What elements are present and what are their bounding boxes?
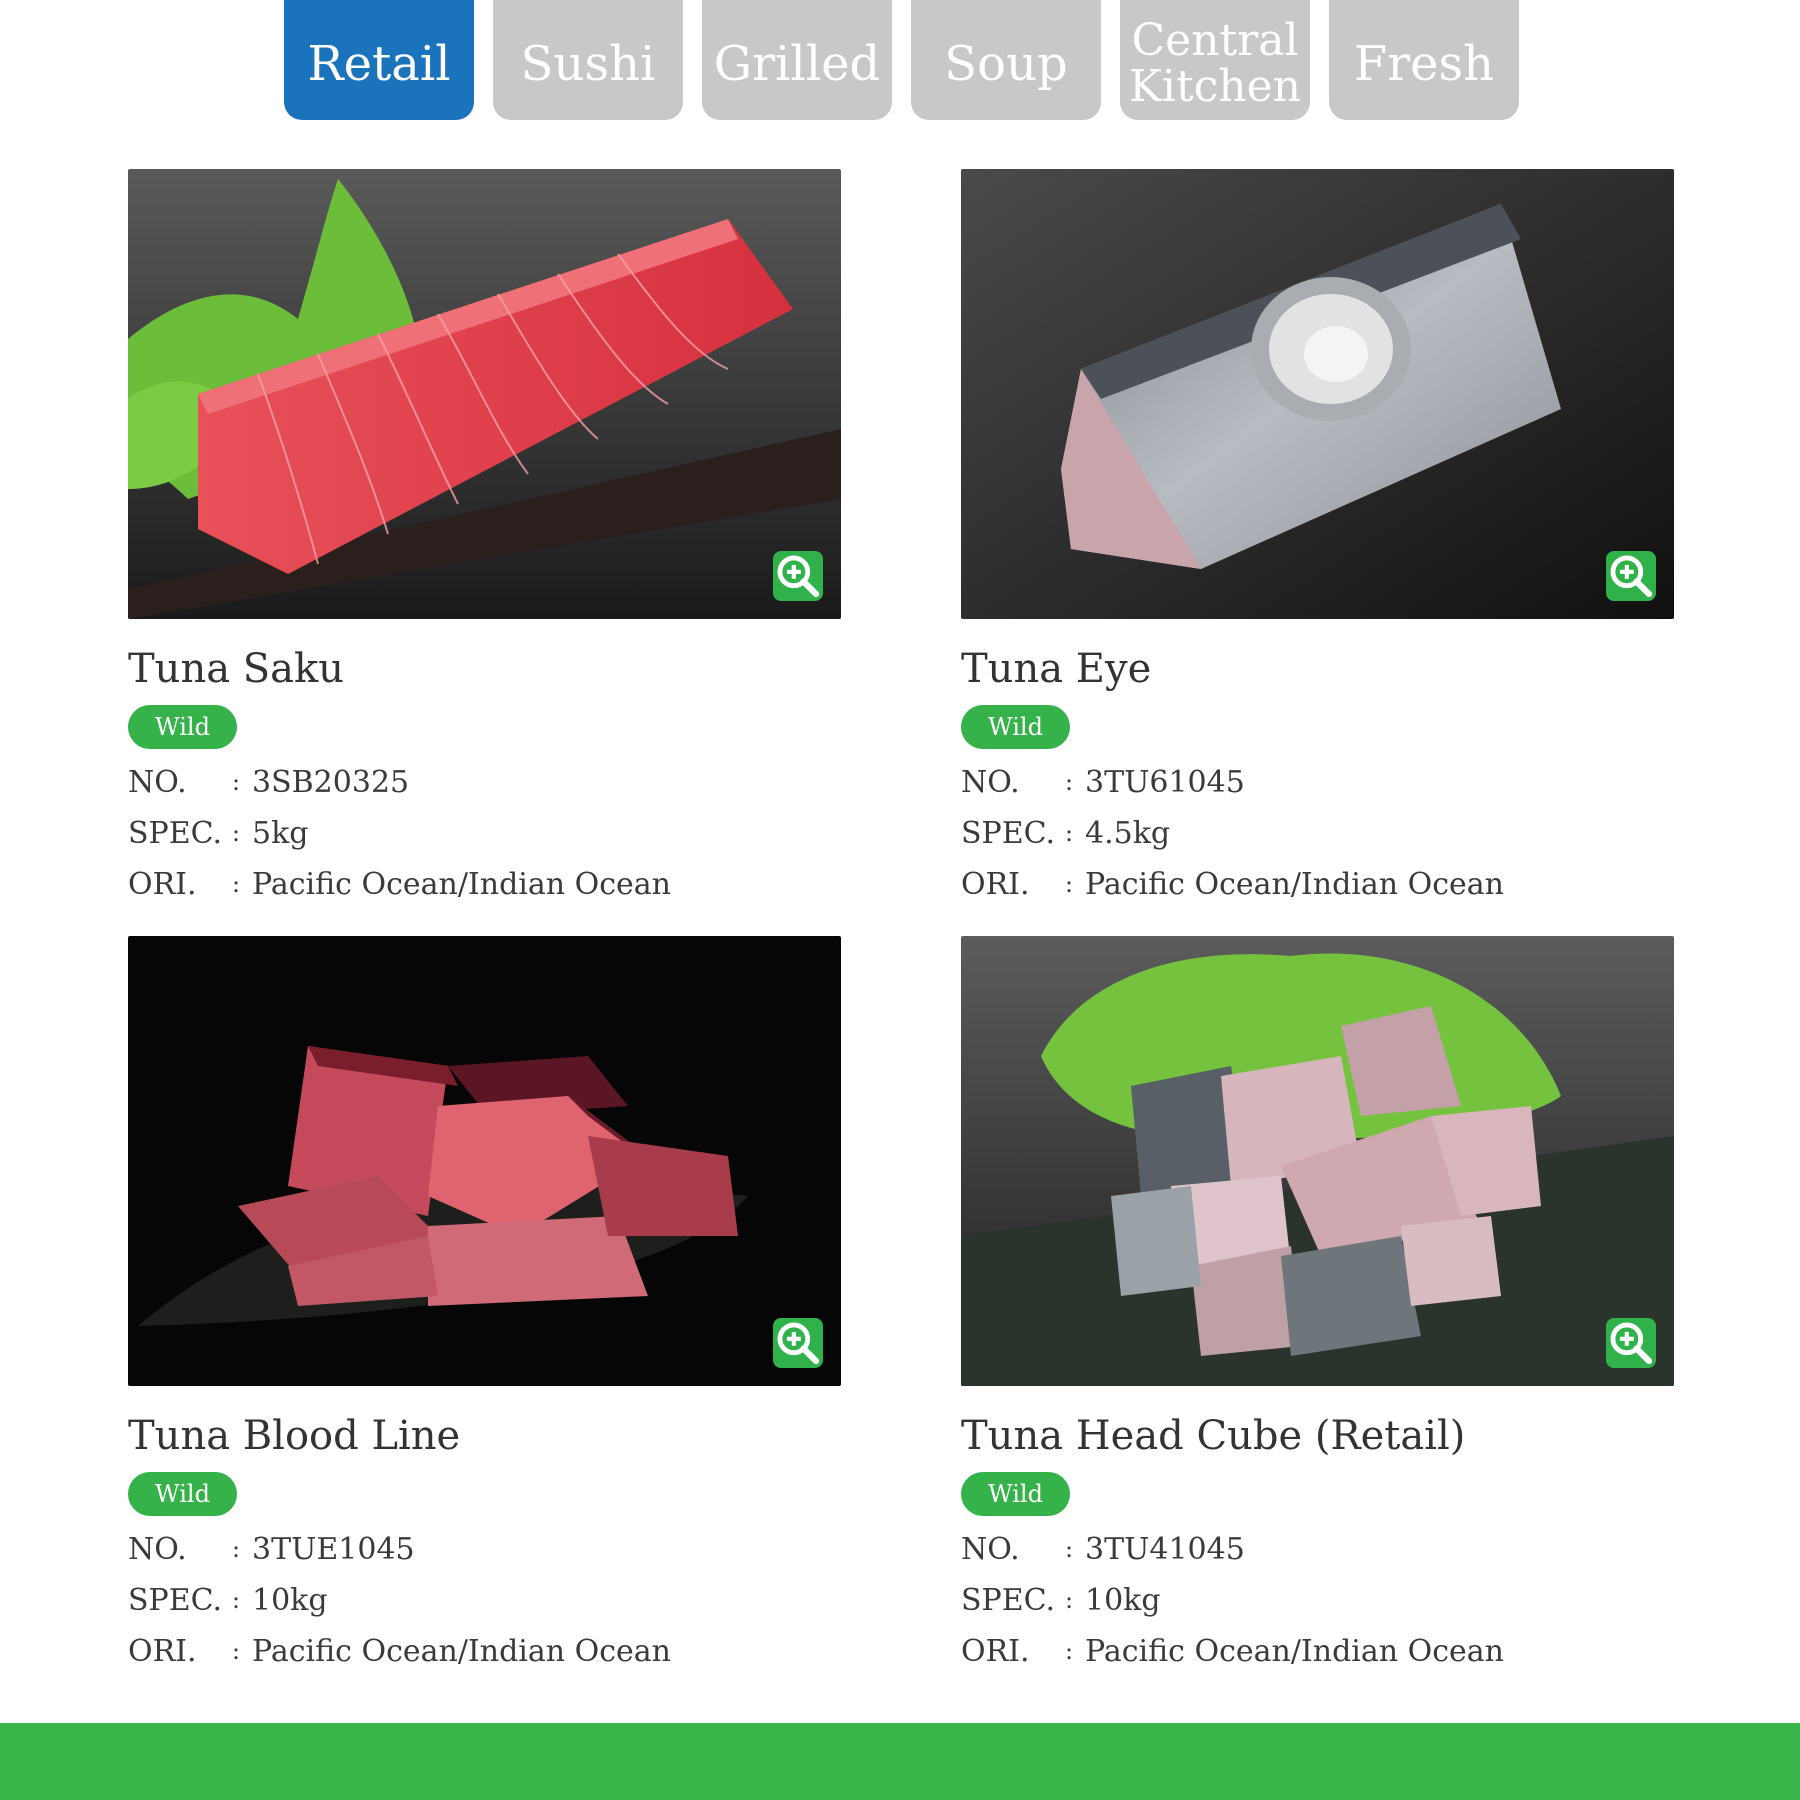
spec-label-spec: SPEC. — [128, 1583, 223, 1618]
spec-label-ori: ORI. — [128, 867, 197, 902]
spec-colon: : — [1065, 819, 1074, 847]
spec-label-no: NO. — [961, 765, 1020, 800]
tab-sushi[interactable]: Sushi — [493, 0, 683, 120]
product-card: Tuna Blood Line Wild NO.:3TUE1045 SPEC.:… — [128, 936, 841, 1677]
tuna-eye-image — [961, 169, 1674, 619]
spec-colon: : — [1065, 1637, 1074, 1665]
spec-label-spec: SPEC. — [128, 816, 223, 851]
product-origin: Pacific Ocean/Indian Ocean — [1085, 1634, 1505, 1669]
product-name[interactable]: Tuna Head Cube (Retail) — [961, 1412, 1674, 1460]
zoom-in-icon — [1610, 1322, 1653, 1365]
product-number: 3TU61045 — [1085, 765, 1245, 800]
spec-label-spec: SPEC. — [961, 816, 1056, 851]
spec-colon: : — [232, 768, 241, 796]
zoom-in-icon — [777, 1322, 820, 1365]
spec-colon: : — [232, 1637, 241, 1665]
product-name[interactable]: Tuna Eye — [961, 645, 1674, 693]
zoom-button[interactable] — [1606, 551, 1656, 601]
zoom-in-icon — [777, 555, 820, 598]
tab-central-kitchen[interactable]: Central Kitchen — [1120, 0, 1310, 120]
wild-badge: Wild — [961, 705, 1070, 749]
product-number: 3SB20325 — [252, 765, 410, 800]
tuna-saku-image — [128, 169, 841, 619]
spec-label-spec: SPEC. — [961, 1583, 1056, 1618]
wild-badge: Wild — [128, 1472, 237, 1516]
zoom-button[interactable] — [1606, 1318, 1656, 1368]
zoom-in-icon — [1610, 555, 1653, 598]
product-image[interactable] — [128, 169, 841, 619]
product-spec: 4.5kg — [1085, 816, 1171, 851]
product-origin: Pacific Ocean/Indian Ocean — [252, 867, 672, 902]
product-spec: 10kg — [252, 1583, 328, 1618]
category-tabs: Retail Sushi Grilled Soup Central Kitche… — [284, 0, 1519, 120]
tab-grilled[interactable]: Grilled — [702, 0, 892, 120]
product-image[interactable] — [961, 936, 1674, 1386]
wild-badge: Wild — [961, 1472, 1070, 1516]
spec-label-no: NO. — [128, 765, 187, 800]
product-card: Tuna Saku Wild NO.:3SB20325 SPEC.:5kg OR… — [128, 169, 841, 910]
spec-colon: : — [232, 870, 241, 898]
zoom-button[interactable] — [773, 551, 823, 601]
spec-colon: : — [232, 1535, 241, 1563]
product-specs: NO.:3TUE1045 SPEC.:10kg ORI.: Pacific Oce… — [128, 1524, 841, 1677]
spec-label-ori: ORI. — [961, 1634, 1030, 1669]
spec-label-no: NO. — [128, 1532, 187, 1567]
product-image[interactable] — [128, 936, 841, 1386]
tuna-head-cube-image — [961, 936, 1674, 1386]
product-specs: NO.:3SB20325 SPEC.:5kg ORI.: Pacific Ocea… — [128, 757, 841, 910]
product-origin: Pacific Ocean/Indian Ocean — [252, 1634, 672, 1669]
footer-bar — [0, 1723, 1800, 1800]
tab-soup[interactable]: Soup — [911, 0, 1101, 120]
tuna-blood-line-image — [128, 936, 841, 1386]
spec-label-no: NO. — [961, 1532, 1020, 1567]
product-number: 3TU41045 — [1085, 1532, 1245, 1567]
spec-colon: : — [1065, 870, 1074, 898]
product-name[interactable]: Tuna Saku — [128, 645, 841, 693]
product-origin: Pacific Ocean/Indian Ocean — [1085, 867, 1505, 902]
product-card: Tuna Eye Wild NO.:3TU61045 SPEC.:4.5kg O… — [961, 169, 1674, 910]
spec-colon: : — [1065, 1586, 1074, 1614]
product-specs: NO.:3TU61045 SPEC.:4.5kg ORI.: Pacific Oc… — [961, 757, 1674, 910]
zoom-button[interactable] — [773, 1318, 823, 1368]
wild-badge: Wild — [128, 705, 237, 749]
product-spec: 5kg — [252, 816, 309, 851]
tab-fresh[interactable]: Fresh — [1329, 0, 1519, 120]
product-name[interactable]: Tuna Blood Line — [128, 1412, 841, 1460]
spec-label-ori: ORI. — [961, 867, 1030, 902]
tab-retail[interactable]: Retail — [284, 0, 474, 120]
product-number: 3TUE1045 — [252, 1532, 415, 1567]
spec-label-ori: ORI. — [128, 1634, 197, 1669]
product-specs: NO.:3TU41045 SPEC.:10kg ORI.: Pacific Oce… — [961, 1524, 1674, 1677]
spec-colon: : — [232, 819, 241, 847]
spec-colon: : — [1065, 1535, 1074, 1563]
spec-colon: : — [1065, 768, 1074, 796]
product-image[interactable] — [961, 169, 1674, 619]
product-card: Tuna Head Cube (Retail) Wild NO.:3TU4104… — [961, 936, 1674, 1677]
product-spec: 10kg — [1085, 1583, 1161, 1618]
spec-colon: : — [232, 1586, 241, 1614]
